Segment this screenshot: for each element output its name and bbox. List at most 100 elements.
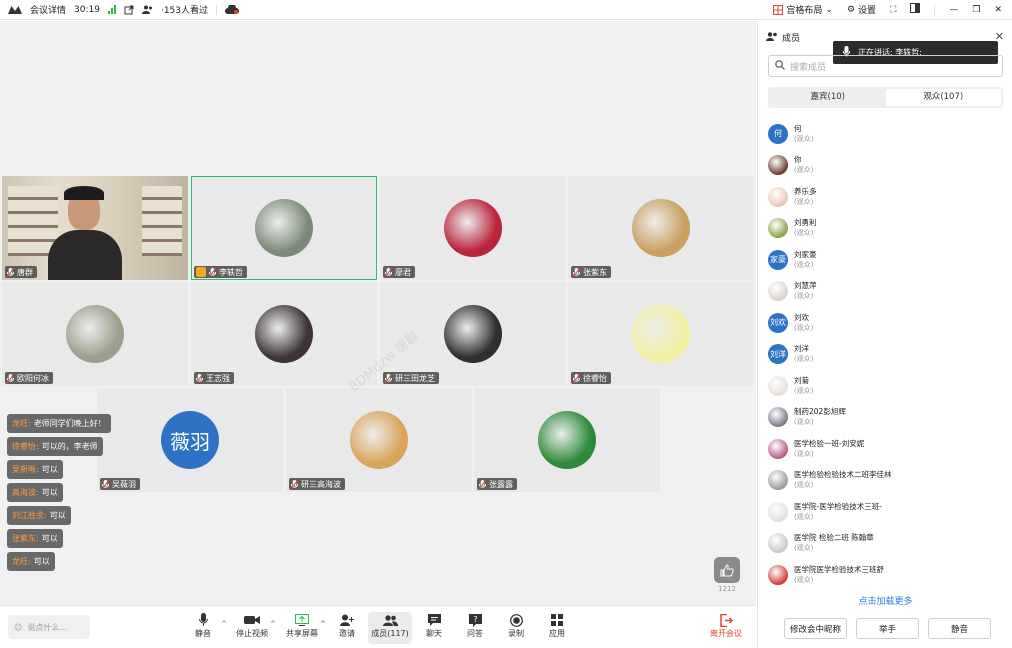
chat-button[interactable]: 聊天 [412, 612, 456, 644]
apps-icon [551, 612, 563, 628]
participant-tile[interactable]: 张露露 [474, 388, 660, 492]
member-list-item[interactable]: 养乐多 (观众) [768, 181, 1003, 213]
chat-bubble: 张紫东: 可以 [7, 529, 63, 548]
participant-tile[interactable]: 廖君 [380, 176, 566, 280]
chat-icon [427, 612, 441, 628]
member-list-item[interactable]: 制药202彭旭辉 (观众) [768, 402, 1003, 434]
leave-meeting-button[interactable]: 离开会议 [704, 612, 748, 644]
chat-text: 可以 [41, 465, 58, 474]
microphone-muted-icon [7, 267, 14, 277]
member-search-input[interactable]: 搜索成员 [768, 55, 1003, 77]
load-more-link[interactable]: 点击加载更多 [758, 594, 1012, 607]
tencent-meeting-logo-icon [8, 5, 22, 14]
tab-audience[interactable]: 观众(107) [885, 89, 1001, 106]
fullscreen-icon[interactable]: ⛶ [890, 5, 896, 15]
rename-button[interactable]: 修改会中昵称 [784, 618, 847, 639]
chat-sender: 高海波: [12, 488, 39, 497]
member-list-item[interactable]: 家豪 刘家豪 (观众) [768, 244, 1003, 276]
meeting-details-link[interactable]: 会议详情 [30, 3, 66, 16]
members-panel: 成员 ✕ 正在讲话: 李轶哲; 搜索成员 嘉宾(10) 观众(107) 何何 (观… [757, 21, 1012, 648]
member-list-item[interactable]: 你 (观众) [768, 150, 1003, 182]
chat-text: 可以的，李老师 [41, 442, 98, 451]
member-role: (观众) [794, 292, 814, 301]
emoji-icon[interactable]: ☺ [14, 623, 22, 632]
participant-tile[interactable]: 研三田龙芝 [380, 282, 566, 386]
record-button[interactable]: 录制 [494, 612, 538, 644]
member-avatar [768, 186, 788, 207]
chat-quick-input[interactable]: ☺ 说点什么... [8, 615, 90, 639]
member-role: (观众) [794, 166, 814, 175]
thumbs-up-icon [720, 563, 734, 576]
participant-tile[interactable]: 唐群 [2, 176, 188, 280]
signal-strength-icon[interactable] [107, 5, 116, 14]
chat-bubble: 刘江胜余: 可以 [7, 506, 71, 525]
record-label: 录制 [508, 629, 524, 638]
avatar-initials: 薇羽 [170, 429, 210, 454]
chat-message-row: 龙旺: 可以 [7, 552, 127, 575]
record-icon [509, 612, 523, 628]
member-list-item[interactable]: 医学院-医学检验技术三班- (观众) [768, 496, 1003, 528]
participant-name-tag: 研三高海波 [289, 478, 345, 490]
minimize-icon[interactable]: — [949, 5, 958, 15]
grid-layout-button[interactable]: 宫格布局 ⌄ [773, 3, 833, 16]
chat-message-row: 刘江胜余: 可以 [7, 506, 127, 529]
member-avatar-initials: 何 [774, 129, 782, 139]
member-list-item[interactable]: 刘洋 刘洋 (观众) [768, 339, 1003, 371]
qa-button[interactable]: ? 问答 [453, 612, 497, 644]
member-list-item[interactable]: 刘欢 刘欢 (观众) [768, 307, 1003, 339]
participant-name-tag: 廖君 [383, 266, 415, 278]
participant-tile[interactable]: 研三高海波 [286, 388, 472, 492]
member-name: 医学院 检验二班 陈翰章 [794, 533, 874, 543]
mute-button[interactable]: 静音 ^ [181, 612, 227, 644]
member-role: (观众) [794, 575, 814, 584]
participant-tile[interactable]: 张紫东 [568, 176, 754, 280]
gear-icon: ⚙ [846, 4, 856, 15]
participant-tile[interactable]: 徐睿怡 [568, 282, 754, 386]
panel-title: 成员 [782, 34, 801, 44]
chat-message-row: 龙旺: 老师同学们晚上好！ [7, 414, 127, 437]
restore-icon[interactable]: ❐ [972, 5, 980, 15]
apps-button[interactable]: 应用 [535, 612, 579, 644]
sidebar-toggle-icon[interactable] [910, 3, 921, 16]
like-button[interactable] [714, 557, 740, 583]
avatar [538, 411, 596, 469]
member-list-item[interactable]: 何何 (观众) [768, 118, 1003, 150]
members-button[interactable]: 成员(117) [368, 612, 412, 644]
chat-sender: 龙旺: [12, 557, 31, 566]
stop-video-button[interactable]: 停止视频 ^ [230, 612, 276, 644]
tab-guests[interactable]: 嘉宾(10) [770, 89, 886, 106]
participant-tile[interactable]: 王志强 [191, 282, 377, 386]
avatar [444, 305, 502, 363]
member-list-item[interactable]: 刘勇利 (观众) [768, 213, 1003, 245]
member-list-item[interactable]: 医学院 检验二班 陈翰章 (观众) [768, 528, 1003, 560]
chat-sender: 吴新晰: [12, 465, 39, 474]
panel-actions: 修改会中昵称 举手 静音 [784, 618, 991, 639]
member-avatar [768, 470, 788, 491]
share-screen-button[interactable]: 共享屏幕 ^ [280, 612, 326, 644]
grid-layout-label: 宫格布局 [786, 6, 823, 16]
close-window-icon[interactable]: ✕ [994, 5, 1002, 15]
member-name: 你 [794, 155, 802, 165]
member-avatar [768, 155, 788, 176]
member-list-item[interactable]: 刘慧萍 (观众) [768, 276, 1003, 308]
member-list-item[interactable]: 医学检验一班-刘安妮 (观众) [768, 433, 1003, 465]
avatar [66, 305, 124, 363]
participant-name: 张紫东 [583, 267, 607, 277]
member-list-item[interactable]: 医学院医学检验技术三班舒 (观众) [768, 559, 1003, 591]
video-options-chevron-icon[interactable]: ^ [270, 620, 276, 628]
settings-button[interactable]: ⚙ 设置 [846, 3, 876, 17]
mute-self-button[interactable]: 静音 [928, 618, 991, 639]
participant-tile[interactable]: 李轶哲 [191, 176, 377, 280]
member-list-item[interactable]: 医学检验检验技术二班李佳林 (观众) [768, 465, 1003, 497]
cloud-icon[interactable] [225, 5, 239, 14]
mute-options-chevron-icon[interactable]: ^ [221, 620, 227, 628]
participant-tile[interactable]: 欧阳何冰 [2, 282, 188, 386]
raise-hand-button[interactable]: 举手 [856, 618, 919, 639]
invite-button[interactable]: 邀请 [325, 612, 369, 644]
chat-text: 可以 [41, 488, 58, 497]
share-link-icon[interactable] [124, 5, 134, 15]
participant-name: 徐睿怡 [583, 373, 607, 383]
member-name: 刘菊 [794, 375, 809, 385]
member-list-item[interactable]: 刘菊 (观众) [768, 370, 1003, 402]
microphone-muted-icon [291, 479, 298, 489]
